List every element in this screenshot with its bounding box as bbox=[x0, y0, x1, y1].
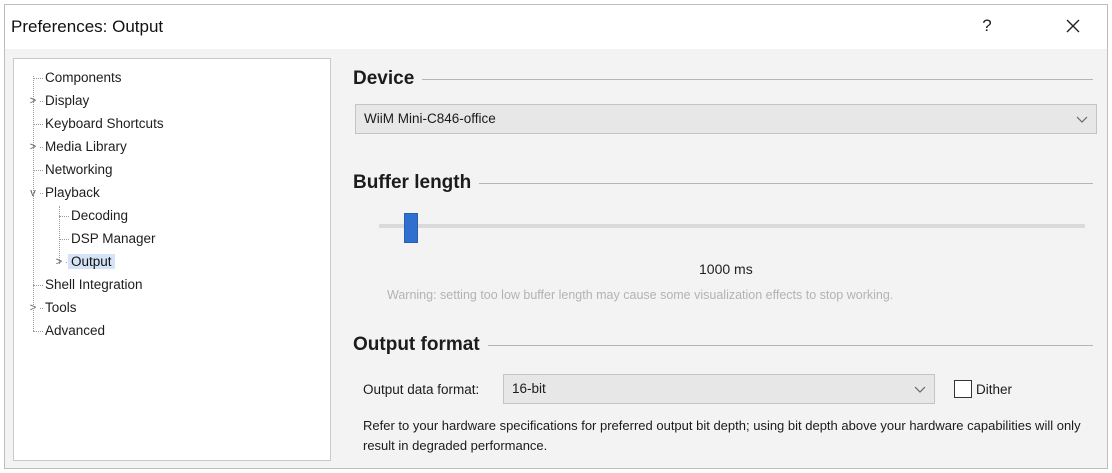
tree-item-decoding[interactable]: Decoding bbox=[68, 206, 131, 226]
buffer-heading: Buffer length bbox=[353, 172, 472, 193]
tree-item-advanced[interactable]: Advanced bbox=[42, 321, 108, 341]
output-format-dropdown-value: 16-bit bbox=[512, 381, 546, 396]
device-dropdown-value: WiiM Mini-C846-office bbox=[364, 111, 496, 126]
buffer-slider-thumb[interactable] bbox=[403, 213, 418, 243]
chevron-down-icon bbox=[914, 386, 926, 393]
chevron-down-icon bbox=[1076, 116, 1088, 123]
help-button[interactable]: ? bbox=[965, 11, 1009, 41]
tree-item-label: Tools bbox=[45, 300, 77, 315]
device-heading: Device bbox=[353, 68, 415, 89]
tree-item-playback[interactable]: Playback bbox=[42, 183, 103, 203]
close-icon bbox=[1066, 19, 1080, 33]
bit-depth-note: Refer to your hardware specifications fo… bbox=[363, 418, 1081, 453]
close-button[interactable] bbox=[1051, 11, 1095, 41]
output-format-heading: Output format bbox=[353, 334, 480, 355]
tree-item-keyboard-shortcuts[interactable]: Keyboard Shortcuts bbox=[42, 114, 167, 134]
preferences-tree[interactable]: Components > Display Keyboard Shortcuts > Med… bbox=[13, 58, 331, 461]
output-data-format-dropdown[interactable]: 16-bit bbox=[503, 374, 935, 404]
divider bbox=[479, 182, 1093, 184]
output-format-section-heading: Output format bbox=[353, 334, 1093, 356]
tree-item-label: DSP Manager bbox=[71, 231, 156, 246]
title-bar: Preferences: Output ? bbox=[5, 5, 1107, 49]
tree-item-label: Advanced bbox=[45, 323, 106, 338]
tree-item-tools[interactable]: Tools bbox=[42, 298, 80, 318]
tree-item-networking[interactable]: Networking bbox=[42, 160, 116, 180]
tree-item-output[interactable]: Output bbox=[68, 252, 115, 272]
tree-item-label: Output bbox=[68, 254, 115, 269]
output-settings-panel: Device WiiM Mini-C846-office Buffer leng… bbox=[339, 58, 1103, 461]
preferences-window: Preferences: Output ? Components > Display… bbox=[4, 4, 1108, 469]
tree-item-label: Keyboard Shortcuts bbox=[45, 116, 164, 131]
buffer-length-value: 1000 ms bbox=[699, 261, 753, 277]
tree-item-label: Playback bbox=[45, 185, 100, 200]
device-dropdown[interactable]: WiiM Mini-C846-office bbox=[355, 104, 1097, 134]
tree-item-label: Decoding bbox=[71, 208, 129, 223]
tree-guide bbox=[33, 76, 34, 331]
buffer-section-heading: Buffer length bbox=[353, 172, 1093, 194]
device-section-heading: Device bbox=[353, 68, 1093, 90]
dither-checkbox[interactable] bbox=[954, 380, 972, 398]
window-title: Preferences: Output bbox=[11, 17, 164, 36]
buffer-slider-track[interactable] bbox=[379, 224, 1085, 228]
tree-item-label: Shell Integration bbox=[45, 277, 143, 292]
tree-item-label: Components bbox=[45, 70, 122, 85]
tree-item-shell-integration[interactable]: Shell Integration bbox=[42, 275, 146, 295]
tree-item-dsp-manager[interactable]: DSP Manager bbox=[68, 229, 159, 249]
tree-guide bbox=[59, 206, 60, 264]
divider bbox=[487, 344, 1093, 346]
output-data-format-label: Output data format: bbox=[363, 382, 480, 397]
divider bbox=[422, 78, 1093, 80]
dither-label: Dither bbox=[976, 382, 1013, 397]
tree-item-label: Networking bbox=[45, 162, 113, 177]
tree-item-label: Media Library bbox=[45, 139, 127, 154]
buffer-warning: Warning: setting too low buffer length m… bbox=[387, 288, 894, 302]
tree-item-media-library[interactable]: Media Library bbox=[42, 137, 130, 157]
tree-item-label: Display bbox=[45, 93, 90, 108]
tree-item-display[interactable]: Display bbox=[42, 91, 92, 111]
tree-item-components[interactable]: Components bbox=[42, 68, 125, 88]
